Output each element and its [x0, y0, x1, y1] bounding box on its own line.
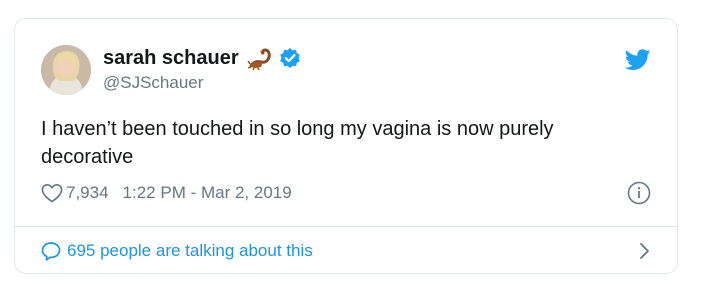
speech-bubble-icon: [41, 241, 61, 261]
divider: [15, 226, 677, 227]
tweet-meta: 7,934 1:22 PM - Mar 2, 2019: [41, 181, 292, 205]
conversation-link[interactable]: 695 people are talking about this: [41, 239, 651, 263]
name-row: sarah schauer: [103, 45, 301, 71]
author-block[interactable]: sarah schauer @SJSchauer: [103, 45, 301, 94]
timestamp[interactable]: 1:22 PM - Mar 2, 2019: [123, 183, 292, 203]
info-icon[interactable]: [627, 181, 651, 205]
heart-icon[interactable]: [41, 183, 63, 203]
verified-badge-icon: [279, 47, 301, 69]
handle[interactable]: @SJSchauer: [103, 72, 301, 94]
avatar[interactable]: [41, 45, 91, 95]
avatar-image: [41, 45, 91, 95]
conversation-count[interactable]: 695 people are talking about this: [67, 241, 313, 261]
scorpion-icon: [247, 46, 275, 71]
twitter-bird-icon[interactable]: [624, 49, 651, 71]
display-name[interactable]: sarah schauer: [103, 45, 239, 71]
tweet-card[interactable]: sarah schauer @SJSchauer I haven’t been …: [14, 18, 678, 274]
tweet-text: I haven’t been touched in so long my vag…: [41, 118, 554, 168]
like-count[interactable]: 7,934: [66, 183, 109, 203]
chevron-right-icon[interactable]: [637, 241, 651, 261]
